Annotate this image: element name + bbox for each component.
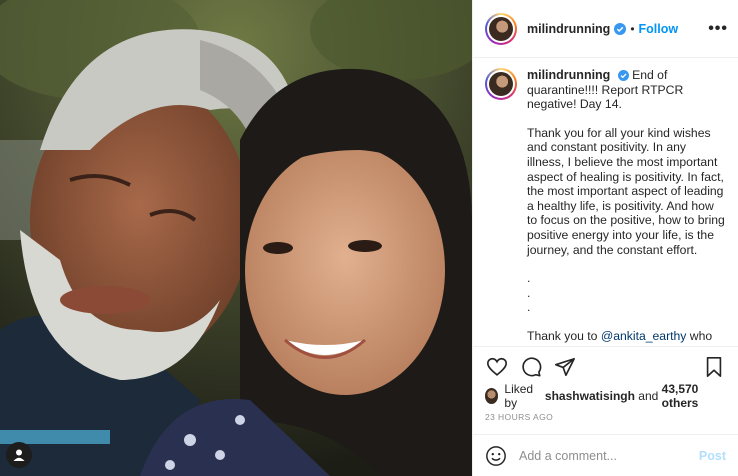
add-comment-bar: Post	[473, 434, 738, 476]
verified-badge-icon	[617, 70, 629, 81]
post-side-panel: milindrunning • Follow ••• milindrunning	[472, 0, 738, 476]
liker-avatar[interactable]	[485, 388, 499, 404]
heart-icon	[487, 357, 507, 376]
paper-plane-icon	[555, 357, 575, 376]
author-username[interactable]: milindrunning	[527, 22, 610, 36]
caption-section: milindrunning End of quarantine!!!! Repo…	[473, 58, 738, 346]
more-options-icon[interactable]: •••	[708, 20, 728, 38]
selfie-image	[0, 0, 472, 476]
author-avatar[interactable]	[485, 12, 517, 45]
likes-summary: Liked by shashwatisingh and 43,570 other…	[473, 382, 738, 410]
caption-dot: .	[527, 300, 531, 315]
separator-dot: •	[630, 21, 635, 36]
action-bar	[473, 346, 738, 386]
instagram-post: milindrunning • Follow ••• milindrunning	[0, 0, 738, 476]
verified-badge-icon	[614, 22, 627, 35]
post-timestamp[interactable]: 23 HOURS AGO	[473, 406, 738, 428]
caption-avatar[interactable]	[485, 68, 517, 100]
save-button[interactable]	[702, 355, 726, 379]
share-button[interactable]	[553, 355, 577, 379]
comment-icon	[522, 356, 542, 377]
post-photo[interactable]	[0, 0, 472, 476]
smiley-icon[interactable]	[485, 445, 507, 467]
follow-button[interactable]: Follow	[639, 22, 679, 36]
post-comment-button[interactable]: Post	[699, 449, 726, 463]
caption-thanks: Thank you to @ankita_earthy who traveled…	[527, 328, 713, 346]
user-tag-button[interactable]	[6, 442, 32, 468]
liker-username[interactable]: shashwatisingh	[545, 389, 635, 403]
caption-username[interactable]: milindrunning	[527, 68, 610, 82]
comment-input[interactable]	[519, 448, 699, 463]
comment-button[interactable]	[519, 355, 543, 379]
user-tag-icon	[13, 449, 25, 461]
caption-dot: .	[527, 271, 531, 286]
caption-paragraph: Thank you for all your kind wishes and c…	[527, 125, 725, 257]
bookmark-icon	[706, 356, 722, 377]
caption-text: milindrunning End of quarantine!!!! Repo…	[527, 68, 726, 346]
caption-dot: .	[527, 285, 531, 300]
like-button[interactable]	[485, 355, 509, 379]
mention-link[interactable]: @ankita_earthy	[601, 329, 687, 343]
post-header: milindrunning • Follow •••	[473, 0, 738, 58]
